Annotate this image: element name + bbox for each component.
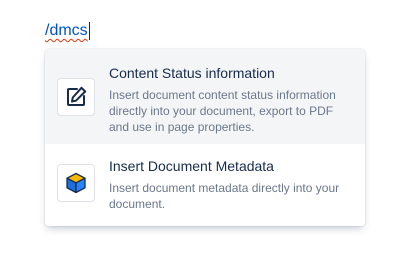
menu-item-content-status[interactable]: Content Status information Insert docume…	[45, 49, 365, 144]
edit-pencil-icon	[57, 78, 95, 116]
text-caret	[88, 22, 90, 40]
menu-item-title: Insert Document Metadata	[109, 158, 274, 174]
menu-item-document-metadata[interactable]: Insert Document Metadata Insert document…	[45, 144, 365, 226]
menu-item-title: Content Status information	[109, 65, 275, 81]
editor-line[interactable]: /dmcs	[45, 21, 90, 41]
slash-command-text[interactable]: /dmcs	[45, 21, 88, 41]
menu-item-description: Insert document metadata directly into y…	[109, 181, 340, 211]
slash-command-menu: Content Status information Insert docume…	[45, 49, 365, 226]
cube-icon	[57, 164, 95, 202]
menu-item-description: Insert document content status informati…	[109, 88, 336, 134]
